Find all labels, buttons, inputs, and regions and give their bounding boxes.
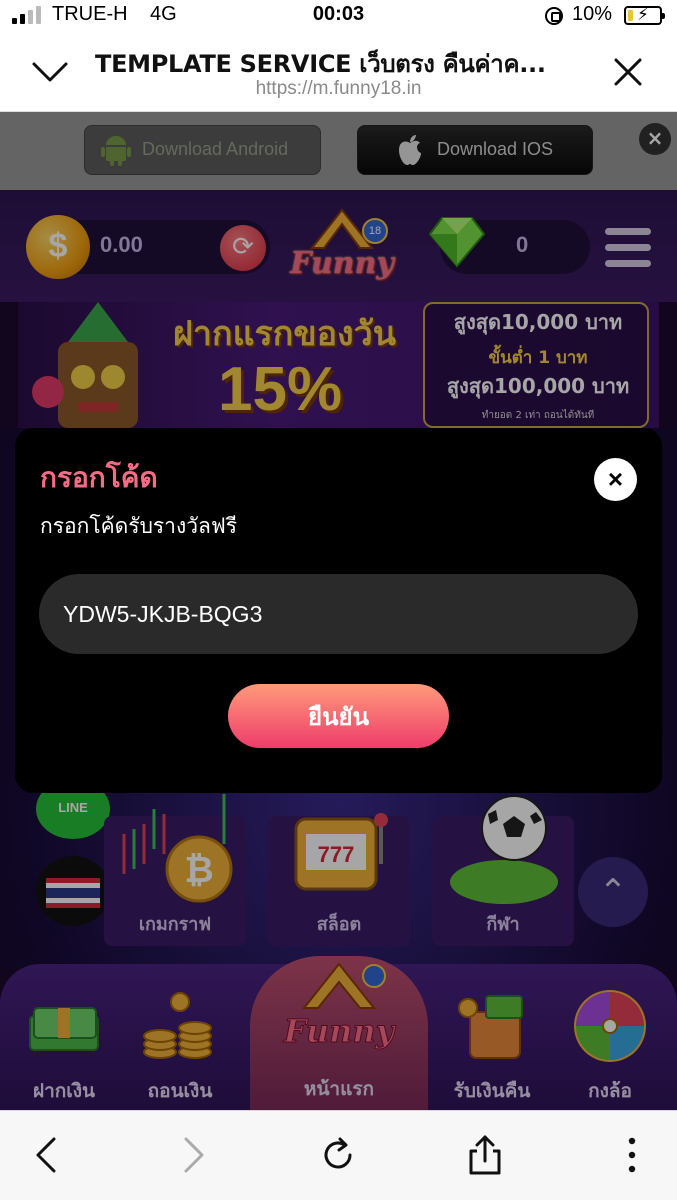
back-icon[interactable] [28,1135,68,1175]
webpage: Download Android Download IOS × $ 0.00 ⟳… [0,112,677,1110]
redeem-code-modal: กรอกโค้ด × กรอกโค้ดรับรางวัลฟรี ยืนยัน [15,428,662,793]
modal-close-button[interactable]: × [594,458,637,501]
browser-header: TEMPLATE SERVICE เว็บตรง คืนค่าค... http… [0,30,677,112]
more-icon[interactable] [612,1135,652,1175]
confirm-button[interactable]: ยืนยัน [228,684,449,748]
modal-subtitle: กรอกโค้ดรับรางวัลฟรี [40,514,238,538]
reload-icon[interactable] [318,1135,358,1175]
orientation-lock-icon [545,7,563,25]
page-url[interactable]: https://m.funny18.in [0,78,677,100]
battery-icon: ⚡ [624,5,665,25]
redeem-code-input[interactable] [39,574,638,654]
close-icon[interactable] [608,52,648,92]
forward-icon[interactable] [172,1135,212,1175]
share-icon[interactable] [465,1135,505,1175]
modal-title: กรอกโค้ด [40,461,158,494]
battery-percent: 10% [572,3,613,25]
status-bar: TRUE-H 4G 00:03 10% ⚡ [0,0,677,30]
browser-toolbar [0,1110,677,1200]
